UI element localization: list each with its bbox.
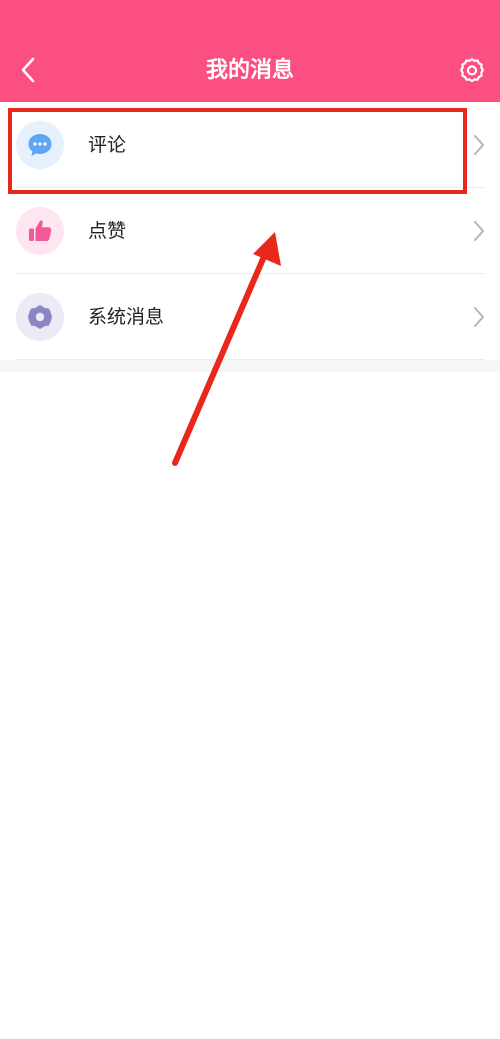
chevron-right-icon: [474, 221, 484, 241]
list-item-system-messages[interactable]: 系统消息: [0, 274, 500, 360]
chevron-right-icon: [474, 307, 484, 327]
section-separator: [0, 360, 500, 372]
page-title: 我的消息: [205, 58, 294, 83]
list-item-comments[interactable]: 评论: [0, 102, 500, 188]
list-item-label: 系统消息: [88, 306, 165, 328]
thumbs-up-icon: [16, 207, 64, 255]
list-item-likes[interactable]: 点赞: [0, 188, 500, 274]
list-item-label: 评论: [88, 134, 127, 156]
message-category-list: 评论 点赞 系统消息: [0, 102, 500, 360]
chevron-right-icon: [474, 135, 484, 155]
settings-button[interactable]: [452, 50, 492, 90]
comment-bubble-icon: [16, 121, 64, 169]
messages-page: 我的消息 评论 点赞 系统消息: [0, 0, 500, 1039]
list-item-label: 点赞: [88, 220, 127, 242]
header-bar: 我的消息: [0, 0, 500, 102]
gear-icon: [16, 293, 64, 341]
gear-icon: [460, 58, 484, 83]
